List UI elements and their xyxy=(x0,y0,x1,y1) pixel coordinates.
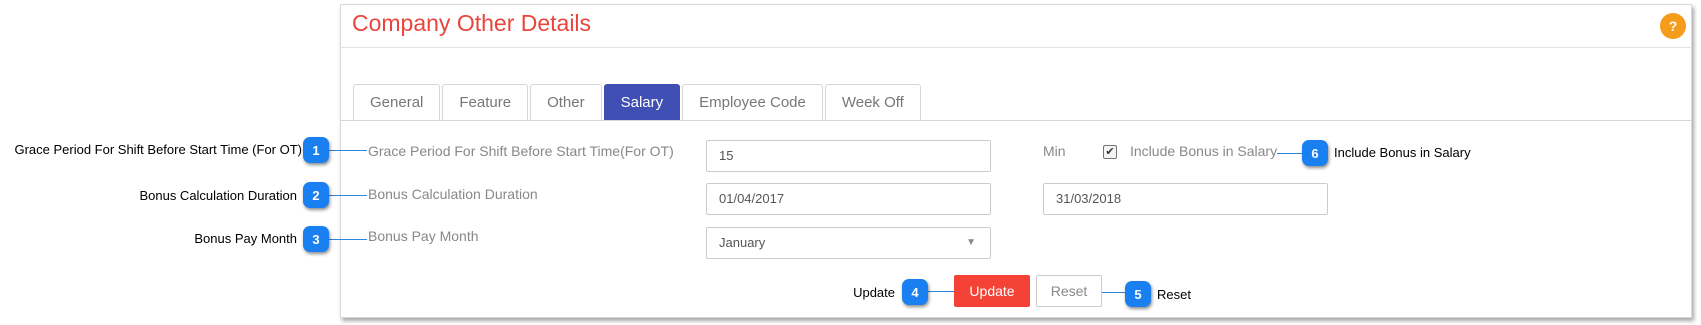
callout-3-line xyxy=(329,239,367,240)
grace-period-label: Grace Period For Shift Before Start Time… xyxy=(368,143,674,159)
callout-4-badge: 4 xyxy=(902,279,928,305)
callout-6-text: Include Bonus in Salary xyxy=(1334,145,1471,160)
callout-2-line xyxy=(329,195,367,196)
min-unit-label: Min xyxy=(1043,143,1066,159)
callout-2-text: Bonus Calculation Duration xyxy=(139,188,297,203)
tab-week-off[interactable]: Week Off xyxy=(824,84,921,120)
callout-4-text: Update xyxy=(853,285,895,300)
callout-3-text: Bonus Pay Month xyxy=(194,231,297,246)
callout-2-badge: 2 xyxy=(303,182,329,208)
include-bonus-checkbox[interactable]: ✔ xyxy=(1103,145,1117,159)
tab-employee-code[interactable]: Employee Code xyxy=(682,84,823,120)
bonus-pay-month-label: Bonus Pay Month xyxy=(368,228,479,244)
callout-4-line xyxy=(928,291,954,292)
bonus-to-date-input[interactable]: 31/03/2018 xyxy=(1043,183,1328,215)
callout-1-text: Grace Period For Shift Before Start Time… xyxy=(14,142,302,157)
bonus-duration-label: Bonus Calculation Duration xyxy=(368,186,538,202)
help-icon[interactable]: ? xyxy=(1660,13,1686,39)
bonus-from-date-input[interactable]: 01/04/2017 xyxy=(706,183,991,215)
tab-general[interactable]: General xyxy=(353,84,441,120)
tab-bar: General Feature Other Salary Employee Co… xyxy=(353,84,923,120)
callout-1-badge: 1 xyxy=(303,137,329,163)
company-other-details-panel: Company Other Details ? General Feature … xyxy=(340,4,1692,318)
bonus-pay-month-value: January xyxy=(719,235,766,250)
checkmark-icon: ✔ xyxy=(1105,146,1115,158)
page-title: Company Other Details xyxy=(352,10,592,36)
panel-header: Company Other Details ? xyxy=(341,5,1691,48)
tab-divider xyxy=(341,120,1691,121)
callout-5-line xyxy=(1102,292,1126,293)
callout-3-badge: 3 xyxy=(303,226,329,252)
bonus-pay-month-select[interactable]: January ▼ xyxy=(706,227,991,259)
include-bonus-label: Include Bonus in Salary xyxy=(1130,143,1278,159)
grace-period-input[interactable]: 15 xyxy=(706,140,991,172)
callout-1-line xyxy=(329,150,367,151)
callout-6-badge: 6 xyxy=(1302,140,1328,166)
tab-feature[interactable]: Feature xyxy=(442,84,529,120)
callout-5-text: Reset xyxy=(1157,287,1191,302)
update-button[interactable]: Update xyxy=(954,275,1030,307)
reset-button[interactable]: Reset xyxy=(1036,275,1102,307)
callout-5-badge: 5 xyxy=(1125,281,1151,307)
tab-salary[interactable]: Salary xyxy=(603,84,681,120)
callout-6-line xyxy=(1277,153,1303,154)
tab-other[interactable]: Other xyxy=(530,84,602,120)
dropdown-arrow-icon: ▼ xyxy=(966,237,976,248)
